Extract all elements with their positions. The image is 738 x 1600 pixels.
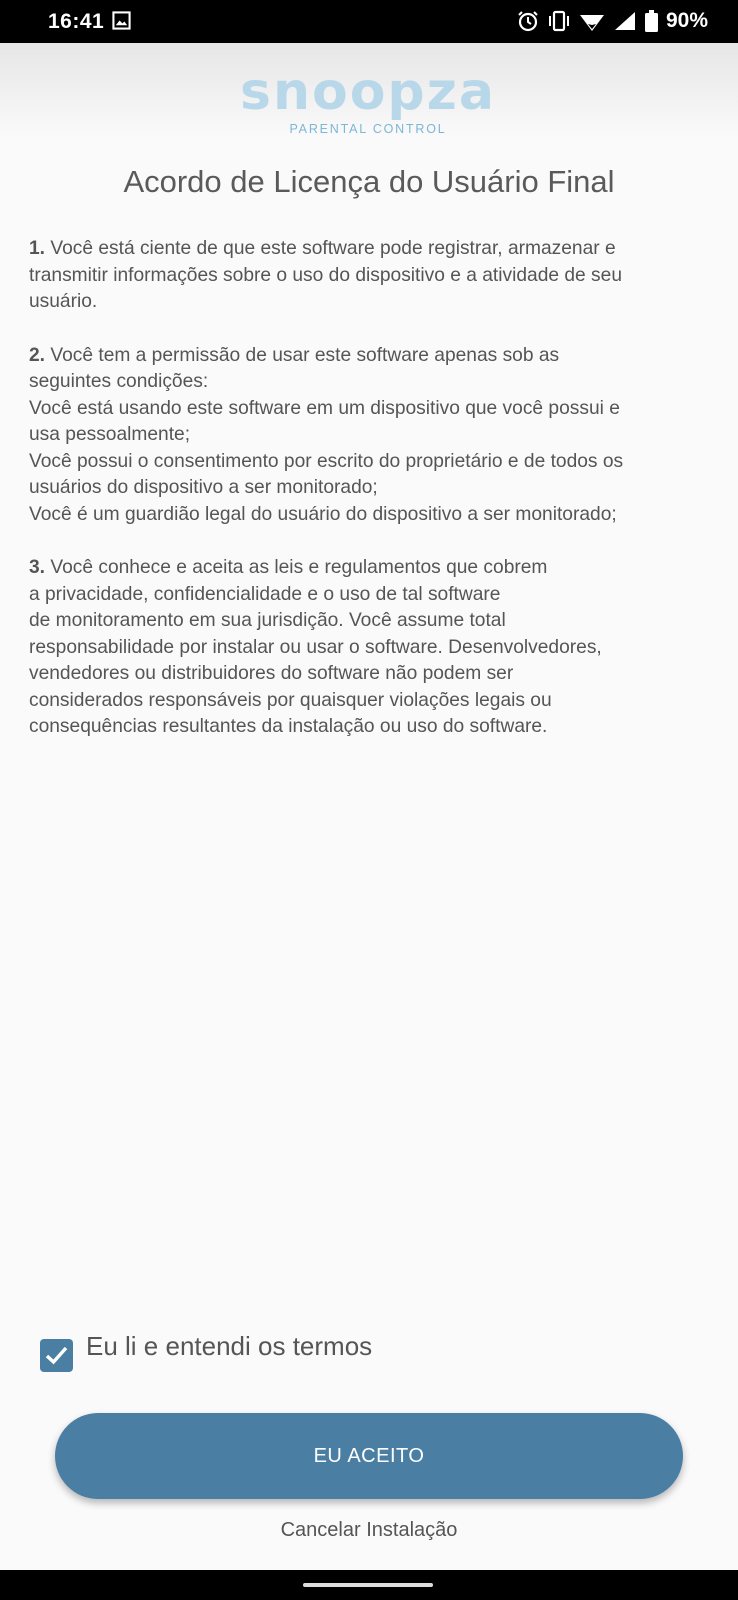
- agree-label[interactable]: Eu li e entendi os termos: [86, 1331, 372, 1362]
- cancel-installation-link[interactable]: Cancelar Instalação: [0, 1519, 738, 1542]
- terms-line: Você possui o consentimento por escrito …: [29, 450, 624, 472]
- terms-line: transmitir informações sobre o uso do di…: [29, 264, 622, 286]
- terms-line: Você é um guardião legal do usuário do d…: [29, 503, 617, 525]
- status-bar: 16:41 90%: [0, 0, 738, 43]
- terms-line: seguintes condições:: [29, 371, 209, 392]
- logo-tagline: PARENTAL CONTROL: [289, 122, 447, 136]
- terms-line: consequências resultantes da instalação …: [29, 716, 548, 737]
- terms-line: Você conhece e aceita as leis e regulame…: [50, 557, 548, 578]
- terms-line: Você tem a permissão de usar este softwa…: [50, 344, 560, 366]
- terms-line: Você está ciente de que este software po…: [50, 238, 616, 259]
- terms-line: responsabilidade por instalar ou usar o …: [29, 636, 602, 658]
- battery-icon: [644, 10, 658, 32]
- vibrate-icon: [548, 10, 569, 32]
- terms-line: considerados responsáveis por quaisquer …: [29, 689, 552, 711]
- license-terms: 1. Você está ciente de que este software…: [29, 236, 719, 768]
- item-number: 1.: [29, 238, 46, 259]
- terms-item-2: 2. Você tem a permissão de usar este sof…: [29, 343, 719, 529]
- terms-line: usuários do dispositivo a ser monitorado…: [29, 477, 378, 498]
- terms-item-3: 3. Você conhece e aceita as leis e regul…: [29, 555, 719, 741]
- alarm-icon: [518, 11, 538, 32]
- status-icons: 90%: [517, 9, 708, 33]
- signal-icon: [614, 12, 635, 30]
- logo-wordmark: snoopza: [240, 62, 496, 122]
- terms-line: a privacidade, confidencialidade e o uso…: [29, 583, 501, 605]
- terms-line: Você está usando este software em um dis…: [29, 397, 620, 419]
- image-icon: [112, 11, 131, 30]
- status-time: 16:41: [48, 10, 105, 33]
- terms-line: vendedores ou distribuidores do software…: [29, 663, 514, 684]
- battery-percent: 90%: [665, 9, 708, 32]
- wifi-icon: [579, 15, 604, 31]
- terms-line: de monitoramento em sua jurisdição. Você…: [29, 610, 506, 631]
- item-number: 3.: [29, 557, 46, 578]
- checkmark-icon: [45, 1346, 68, 1365]
- app-logo: snoopza PARENTAL CONTROL: [228, 62, 508, 140]
- terms-line: usa pessoalmente;: [29, 424, 191, 445]
- terms-item-1: 1. Você está ciente de que este software…: [29, 236, 719, 316]
- navigation-bar: [0, 1570, 738, 1600]
- terms-line: usuário.: [29, 291, 98, 312]
- page-title: Acordo de Licença do Usuário Final: [123, 164, 615, 199]
- item-number: 2.: [29, 344, 46, 366]
- agree-checkbox[interactable]: [40, 1339, 73, 1372]
- accept-button[interactable]: EU ACEITO: [55, 1413, 683, 1499]
- home-gesture-handle[interactable]: [303, 1583, 433, 1587]
